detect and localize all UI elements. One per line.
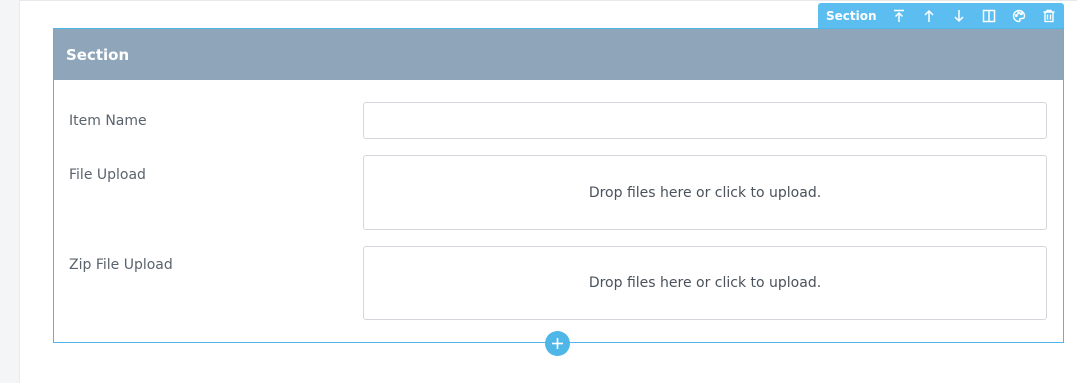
file-upload-dropzone[interactable]: Drop files here or click to upload. xyxy=(363,155,1047,230)
file-upload-label: File Upload xyxy=(69,167,146,183)
columns-button[interactable] xyxy=(974,3,1004,29)
zip-file-upload-label: Zip File Upload xyxy=(69,257,173,273)
zip-file-upload-dropzone-text: Drop files here or click to upload. xyxy=(588,275,822,291)
delete-button[interactable] xyxy=(1034,3,1064,29)
trash-icon xyxy=(1043,9,1055,23)
move-up-button[interactable] xyxy=(884,3,914,29)
zip-file-upload-dropzone[interactable]: Drop files here or click to upload. xyxy=(363,246,1047,320)
item-name-label: Item Name xyxy=(69,113,147,129)
move-up-one-button[interactable] xyxy=(914,3,944,29)
style-button[interactable] xyxy=(1004,3,1034,29)
item-name-input[interactable] xyxy=(363,102,1047,139)
columns-icon xyxy=(982,9,996,23)
plus-icon xyxy=(552,338,563,349)
move-up-icon xyxy=(894,9,905,22)
top-divider xyxy=(19,0,1077,1)
section-toolbar: Section xyxy=(818,3,1064,29)
form-section: Section Item Name File Upload Drop files… xyxy=(53,28,1064,343)
move-down-button[interactable] xyxy=(944,3,974,29)
add-element-button[interactable] xyxy=(545,331,570,356)
section-header[interactable]: Section xyxy=(54,29,1063,80)
file-upload-dropzone-text: Drop files here or click to upload. xyxy=(588,184,822,201)
arrow-up-icon xyxy=(924,9,934,22)
left-rail xyxy=(0,0,20,383)
palette-icon xyxy=(1012,9,1026,23)
arrow-down-icon xyxy=(954,10,964,23)
section-title: Section xyxy=(66,45,130,64)
toolbar-label: Section xyxy=(826,9,877,23)
